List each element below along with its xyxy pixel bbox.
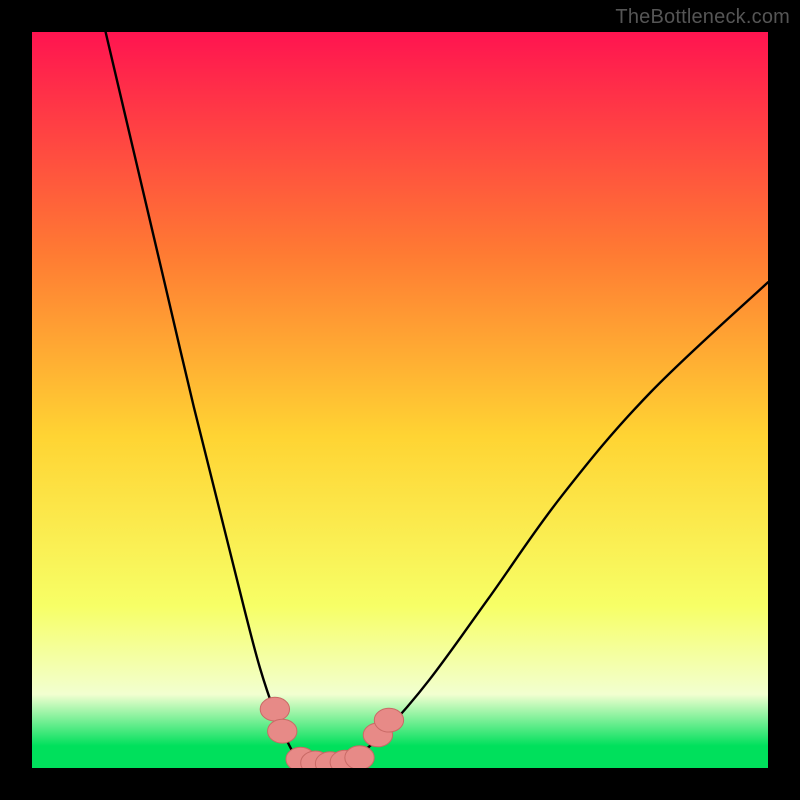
valley-marker <box>260 697 289 721</box>
chart-svg <box>32 32 768 768</box>
valley-marker <box>374 708 403 732</box>
chart-frame: TheBottleneck.com <box>0 0 800 800</box>
valley-marker <box>345 746 374 768</box>
watermark-text: TheBottleneck.com <box>615 6 790 29</box>
plot-area <box>32 32 768 768</box>
valley-marker <box>268 719 297 743</box>
gradient-bg <box>32 32 768 768</box>
